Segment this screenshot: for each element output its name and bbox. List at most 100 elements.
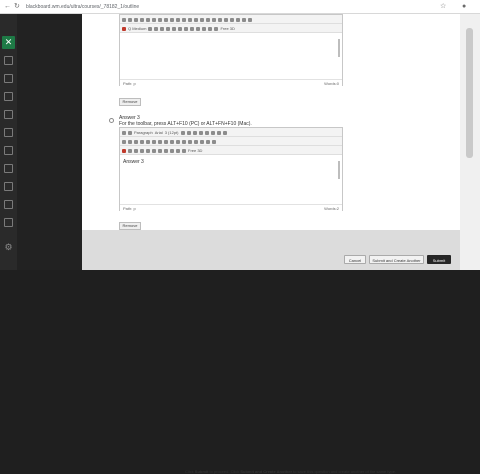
number-list-icon[interactable] — [186, 130, 191, 135]
clear-format-icon[interactable] — [206, 17, 210, 22]
image-icon[interactable] — [128, 148, 132, 153]
math-icon[interactable] — [140, 148, 144, 153]
text-color-icon[interactable] — [194, 17, 198, 22]
signout-icon[interactable] — [4, 218, 13, 227]
highlight-icon[interactable] — [200, 17, 204, 22]
align-right-icon[interactable] — [164, 139, 168, 144]
reload-icon[interactable]: ↻ — [14, 3, 20, 10]
align-left-icon[interactable] — [146, 17, 150, 22]
editor-scrollbar[interactable] — [338, 39, 340, 57]
justify-icon[interactable] — [170, 139, 174, 144]
format-select[interactable]: Q Medium — [128, 25, 146, 32]
organizations-icon[interactable] — [4, 128, 13, 137]
redo-icon[interactable] — [154, 26, 159, 31]
math-icon[interactable] — [172, 26, 177, 31]
preview-icon[interactable] — [214, 26, 219, 31]
html-icon[interactable] — [202, 26, 207, 31]
table-icon[interactable] — [248, 17, 252, 22]
cancel-button[interactable]: Cancel — [344, 255, 366, 264]
bold-icon[interactable] — [122, 17, 126, 22]
clear-format-icon[interactable] — [204, 130, 209, 135]
editor-scrollbar[interactable] — [338, 161, 340, 179]
undo-icon[interactable] — [140, 139, 144, 144]
user-icon[interactable] — [4, 56, 13, 65]
strike-icon[interactable] — [140, 17, 144, 22]
answer-3-editor[interactable]: Paragraph Arial 3 (12pt) Free 3D Answer … — [119, 127, 343, 212]
courses-icon[interactable] — [4, 110, 13, 119]
unlink-icon[interactable] — [230, 17, 234, 22]
institution-icon[interactable] — [4, 74, 13, 83]
messages-icon[interactable] — [4, 164, 13, 173]
editor-content[interactable]: Answer 3 — [123, 159, 144, 165]
close-icon[interactable]: ✕ — [2, 36, 15, 49]
size-select[interactable]: 3 (12pt) — [165, 129, 179, 136]
table-icon[interactable] — [212, 139, 216, 144]
underline-icon[interactable] — [134, 17, 138, 22]
editor-body[interactable]: Answer 3 Path: p Words:2 — [120, 155, 342, 212]
emoji-icon[interactable] — [178, 26, 183, 31]
search-icon[interactable] — [210, 130, 215, 135]
align-right-icon[interactable] — [158, 17, 162, 22]
superscript-icon[interactable] — [188, 139, 192, 144]
paste-icon[interactable] — [134, 139, 138, 144]
calendar-icon[interactable] — [4, 146, 13, 155]
font-select[interactable]: Arial — [155, 129, 163, 136]
media-icon[interactable] — [166, 26, 171, 31]
arrow-left-icon[interactable]: ← — [4, 3, 11, 10]
spellcheck-icon[interactable] — [122, 26, 126, 31]
more-icon[interactable] — [222, 130, 227, 135]
superscript-icon[interactable] — [212, 17, 216, 22]
spellcheck-icon[interactable] — [122, 148, 126, 153]
undo-icon[interactable] — [148, 26, 153, 31]
italic-icon[interactable] — [128, 17, 132, 22]
star-icon[interactable]: ☆ — [440, 3, 446, 10]
align-left-icon[interactable] — [152, 139, 156, 144]
add-icon[interactable] — [128, 130, 132, 135]
quote-icon[interactable] — [190, 26, 195, 31]
grades-icon[interactable] — [4, 182, 13, 191]
paragraph-select[interactable]: Paragraph — [134, 129, 153, 136]
unlink-icon[interactable] — [206, 139, 210, 144]
justify-icon[interactable] — [164, 17, 168, 22]
subscript-icon[interactable] — [218, 17, 222, 22]
text-color-icon[interactable] — [192, 130, 197, 135]
profile-icon[interactable]: ● — [462, 3, 468, 10]
anchor-icon[interactable] — [236, 17, 240, 22]
answer-2-editor[interactable]: Q Medium Free 3D Path: p Words:0 — [119, 14, 343, 87]
css-icon[interactable] — [176, 148, 180, 153]
code-icon[interactable] — [196, 26, 201, 31]
cut-icon[interactable] — [122, 139, 126, 144]
checkbox-icon[interactable] — [122, 130, 126, 135]
address-bar[interactable]: blackboard.wm.edu/ultra/courses/_78182_1… — [26, 2, 422, 12]
mashup-icon[interactable] — [184, 26, 189, 31]
outdent-icon[interactable] — [182, 17, 186, 22]
copy-icon[interactable] — [128, 139, 132, 144]
subscript-icon[interactable] — [194, 139, 198, 144]
media-icon[interactable] — [134, 148, 138, 153]
indent-icon[interactable] — [188, 17, 192, 22]
preview-icon[interactable] — [182, 148, 186, 153]
emoji-icon[interactable] — [146, 148, 150, 153]
gear-icon[interactable]: ⚙ — [4, 243, 13, 252]
bullet-list-icon[interactable] — [170, 17, 174, 22]
code-icon[interactable] — [164, 148, 168, 153]
fullscreen-icon[interactable] — [216, 130, 221, 135]
highlight-icon[interactable] — [198, 130, 203, 135]
redo-icon[interactable] — [146, 139, 150, 144]
bullet-list-icon[interactable] — [180, 130, 185, 135]
link-icon[interactable] — [224, 17, 228, 22]
answer-3-radio[interactable] — [109, 118, 114, 123]
html-icon[interactable] — [170, 148, 174, 153]
indent-icon[interactable] — [182, 139, 186, 144]
quote-icon[interactable] — [158, 148, 162, 153]
css-icon[interactable] — [208, 26, 213, 31]
link-icon[interactable] — [200, 139, 204, 144]
mashup-icon[interactable] — [152, 148, 156, 153]
tools-icon[interactable] — [4, 200, 13, 209]
submit-and-create-another-button[interactable]: Submit and Create Another — [369, 255, 424, 264]
remove-button[interactable]: Remove — [119, 222, 141, 230]
hr-icon[interactable] — [242, 17, 246, 22]
align-center-icon[interactable] — [152, 17, 156, 22]
editor-body[interactable]: Path: p Words:0 — [120, 33, 342, 87]
outdent-icon[interactable] — [176, 139, 180, 144]
